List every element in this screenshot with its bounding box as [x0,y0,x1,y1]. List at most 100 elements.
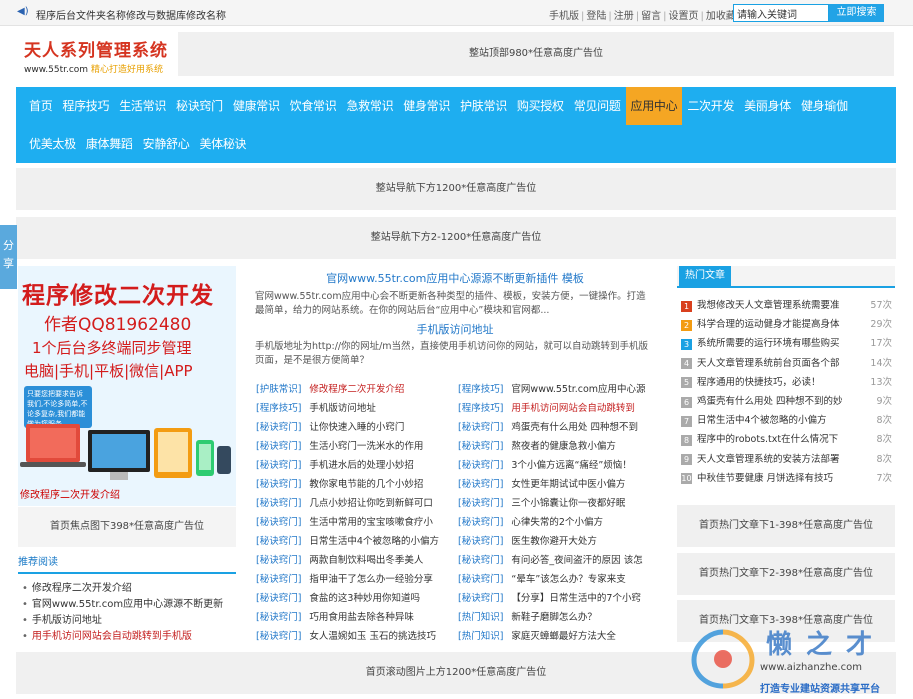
hot-article-row[interactable]: 9 天人文章管理系统的安装方法部署 8次 [681,451,895,469]
nav-item[interactable]: 二次开发 [682,87,739,125]
nav-item[interactable]: 优美太极 [24,125,81,163]
article-title[interactable]: 熬夜者的健康急救小偏方 [511,441,616,452]
hot-article-title[interactable]: 我想修改天人文章管理系统需要准 [697,297,852,315]
article-category[interactable]: [秘诀窍门] [458,536,503,547]
article-row[interactable]: [秘诀窍门] 医生教你避开大处方 [458,534,653,550]
hot-article-row[interactable]: 1 我想修改天人文章管理系统需要准 57次 [681,297,895,315]
hot-article-title[interactable]: 程序中的robots.txt在什么情况下 [697,431,852,449]
article-title[interactable]: 手机版访问地址 [309,403,376,414]
article-category[interactable]: [秘诀窍门] [256,517,301,528]
nav-item[interactable]: 生活常识 [114,87,171,125]
article-category[interactable]: [秘诀窍门] [256,441,301,452]
article-title[interactable]: 生活中常用的宝宝咳嗽食疗小 [309,517,433,528]
article-row[interactable]: [秘诀窍门] 日常生活中4个被忽略的小偏方 [256,534,451,550]
link-homepage[interactable]: 设置页 [669,7,699,22]
article-row[interactable]: [秘诀窍门] 女人温婉如玉 玉石的挑选技巧 [256,629,451,645]
article-row[interactable]: [秘诀窍门] 3个小偏方远离“痛经”烦恼！ [458,458,653,474]
article-title[interactable]: 医生教你避开大处方 [511,536,597,547]
article-title[interactable]: “晕车”该怎么办？专家来支 [511,574,625,585]
article-category[interactable]: [秘诀窍门] [256,536,301,547]
article-category[interactable]: [秘诀窍门] [458,593,503,604]
article-title[interactable]: 女人温婉如玉 玉石的挑选技巧 [309,631,436,642]
article-row[interactable]: [秘诀窍门] 熬夜者的健康急救小偏方 [458,439,653,455]
recommend-item[interactable]: • 用手机访问网站会自动跳转到手机版 [22,627,192,642]
article-row[interactable]: [秘诀窍门] 食盐的这3种妙用你知道吗 [256,591,451,607]
focus-banner[interactable]: 程序修改二次开发 作者QQ81962480 1个后台多终端同步管理 电脑|手机|… [18,266,236,506]
article-title[interactable]: 生活小窍门一洗米水的作用 [309,441,423,452]
article-row[interactable]: [秘诀窍门] 几点小妙招让你吃到新鲜可口 [256,496,451,512]
hot-article-row[interactable]: 3 系统所需要的运行环境有哪些购买 17次 [681,335,895,353]
hot-article-title[interactable]: 系统所需要的运行环境有哪些购买 [697,335,852,353]
nav-ad-slot-1[interactable]: 整站导航下方1200*任意高度广告位 [16,168,896,210]
link-favorite[interactable]: 加收藏 [706,7,736,22]
hot-article-row[interactable]: 4 天人文章管理系统前台页面各个部 14次 [681,355,895,373]
article-title[interactable]: 3个小偏方远离“痛经”烦恼！ [511,460,631,471]
article-title[interactable]: 两款自制饮料喝出冬季美人 [309,555,423,566]
recommend-item[interactable]: • 官网www.55tr.com应用中心源源不断更新 [22,595,223,610]
article-category[interactable]: [秘诀窍门] [458,574,503,585]
hot-article-title[interactable]: 天人文章管理系统前台页面各个部 [697,355,852,373]
article-category[interactable]: [秘诀窍门] [256,612,301,623]
link-message[interactable]: 留言 [641,7,661,22]
article-row[interactable]: [程序技巧] 手机版访问地址 [256,401,451,417]
focus-ad-slot[interactable]: 首页焦点图下398*任意高度广告位 [18,507,236,547]
article-title[interactable]: 指甲油干了怎么办一经验分享 [309,574,433,585]
hot-ad-slot-2[interactable]: 首页热门文章下2-398*任意高度广告位 [677,553,895,595]
article-title[interactable]: 巧用食用盐去除各种异味 [309,612,414,623]
article-row[interactable]: [秘诀窍门] 指甲油干了怎么办一经验分享 [256,572,451,588]
nav-item[interactable]: 健康常识 [228,87,285,125]
link-register[interactable]: 注册 [614,7,634,22]
article-category[interactable]: [热门知识] [458,631,503,642]
article-title[interactable]: 女性更年期试试中医小偏方 [511,479,625,490]
nav-item[interactable]: 美丽身体 [739,87,796,125]
article-row[interactable]: [秘诀窍门] “晕车”该怎么办？专家来支 [458,572,653,588]
hot-article-row[interactable]: 8 程序中的robots.txt在什么情况下 8次 [681,431,895,449]
article-row[interactable]: [热门知识] 家庭灭蟑螂最好方法大全 [458,629,653,645]
article-title[interactable]: 日常生活中4个被忽略的小偏方 [309,536,439,547]
top-ad-slot[interactable]: 整站顶部980*任意高度广告位 [178,32,894,76]
hot-article-title[interactable]: 天人文章管理系统的安装方法部署 [697,451,852,469]
article-category[interactable]: [秘诀窍门] [458,555,503,566]
article-row[interactable]: [秘诀窍门] 巧用食用盐去除各种异味 [256,610,451,626]
site-logo[interactable]: 天人系列管理系统 www.55tr.com 精心打造好用系统 [24,36,167,78]
hot-article-title[interactable]: 鸡蛋壳有什么用处 四种想不到的妙 [697,393,852,411]
share-tab[interactable]: 分享 [0,225,17,289]
nav-item[interactable]: 美体秘诀 [194,125,251,163]
article-category[interactable]: [热门知识] [458,612,503,623]
article-category[interactable]: [秘诀窍门] [458,422,503,433]
article-category[interactable]: [秘诀窍门] [256,631,301,642]
nav-item[interactable]: 健身瑜伽 [796,87,853,125]
article-row[interactable]: [秘诀窍门] 生活中常用的宝宝咳嗽食疗小 [256,515,451,531]
nav-item[interactable]: 程序技巧 [57,87,114,125]
notice-text[interactable]: 程序后台文件夹名称修改与数据库修改名称 [36,7,226,22]
article-row[interactable]: [秘诀窍门] 让你快速入睡的小窍门 [256,420,451,436]
nav-item[interactable]: 康体舞蹈 [81,125,138,163]
recommend-item[interactable]: • 修改程序二次开发介绍 [22,579,132,594]
article-category[interactable]: [秘诀窍门] [458,498,503,509]
nav-item[interactable]: 安静舒心 [138,125,195,163]
hot-article-row[interactable]: 5 程序通用的快捷技巧，必读！ 13次 [681,374,895,392]
nav-item[interactable]: 健身常识 [398,87,455,125]
search-button[interactable]: 立即搜索 [829,4,884,22]
nav-item[interactable]: 护肤常识 [455,87,512,125]
article-title[interactable]: 手机进水后的处理小妙招 [309,460,414,471]
article-category[interactable]: [秘诀窍门] [256,555,301,566]
link-login[interactable]: 登陆 [586,7,606,22]
article-title[interactable]: 几点小妙招让你吃到新鲜可口 [309,498,433,509]
article-row[interactable]: [热门知识] 新鞋子磨脚怎么办？ [458,610,653,626]
article-title[interactable]: 修改程序二次开发介绍 [309,384,404,395]
article-category[interactable]: [秘诀窍门] [458,517,503,528]
hot-article-title[interactable]: 中秋佳节要健康 月饼选择有技巧 [697,470,852,488]
nav-item[interactable]: 秘诀窍门 [171,87,228,125]
link-mobile[interactable]: 手机版 [549,7,579,22]
nav-item[interactable]: 应用中心 [625,87,683,125]
hot-article-title[interactable]: 程序通用的快捷技巧，必读！ [697,374,852,392]
article-category[interactable]: [程序技巧] [458,403,503,414]
article-title[interactable]: 家庭灭蟑螂最好方法大全 [511,631,616,642]
article-row[interactable]: [程序技巧] 用手机访问网站会自动跳转到 [458,401,653,417]
article-category[interactable]: [秘诀窍门] [458,479,503,490]
hot-article-row[interactable]: 6 鸡蛋壳有什么用处 四种想不到的妙 9次 [681,393,895,411]
article-title[interactable]: 食盐的这3种妙用你知道吗 [309,593,420,604]
hot-article-row[interactable]: 2 科学合理的运动健身才能提高身体 29次 [681,316,895,334]
article-title[interactable]: 心律失常的2个小偏方 [511,517,603,528]
